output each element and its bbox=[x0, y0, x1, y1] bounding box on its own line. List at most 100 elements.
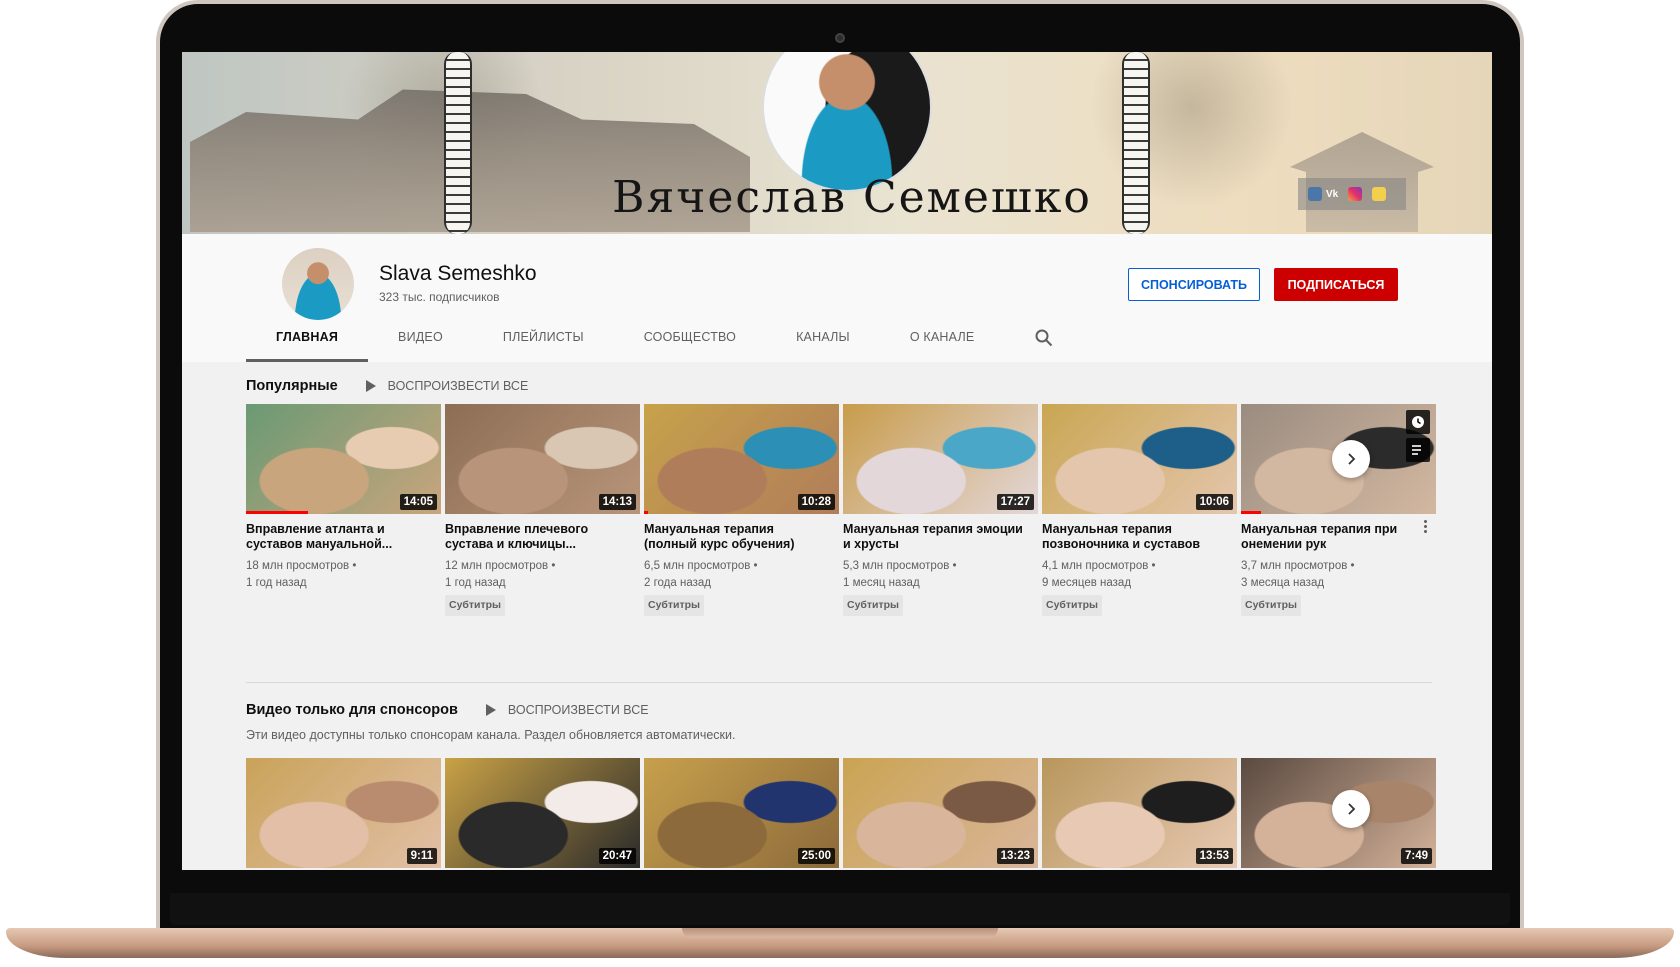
video-thumbnail[interactable]: 10:28 bbox=[644, 404, 839, 514]
section-divider bbox=[246, 682, 1432, 683]
video-thumbnail[interactable]: 13:23 bbox=[843, 758, 1038, 868]
video-card[interactable]: 10:06 Мануальная терапия позвоночника и с… bbox=[1042, 404, 1237, 616]
vk-label[interactable]: Vk bbox=[1326, 189, 1338, 200]
add-to-queue-icon[interactable] bbox=[1406, 438, 1430, 462]
video-meta: 3,7 млн просмотров • 3 месяца назад Субтит… bbox=[1241, 558, 1436, 616]
laptop-notch bbox=[682, 928, 998, 938]
tab-playlists[interactable]: ПЛЕЙЛИСТЫ bbox=[473, 314, 614, 362]
watch-progress-bar bbox=[644, 511, 648, 514]
subscriber-count: 323 тыс. подписчиков bbox=[379, 290, 500, 304]
instagram-icon[interactable] bbox=[1348, 187, 1363, 201]
video-thumbnail[interactable]: 13:53 bbox=[1042, 758, 1237, 868]
video-card[interactable]: 9:11 bbox=[246, 758, 441, 868]
odnoklassniki-icon[interactable] bbox=[1372, 187, 1387, 201]
view-count: 3,7 млн просмотров • bbox=[1241, 560, 1355, 572]
video-duration: 10:06 bbox=[1195, 494, 1233, 510]
sponsors-section-header: Видео только для спонсоров ВОСПРОИЗВЕСТИ… bbox=[246, 702, 649, 718]
watch-later-icon[interactable] bbox=[1406, 410, 1430, 434]
channel-banner: Вячеслав Семешко Vk bbox=[182, 52, 1492, 234]
upload-age: 9 месяцев назад bbox=[1042, 577, 1132, 589]
view-count: 5,3 млн просмотров • bbox=[843, 560, 957, 572]
sponsor-button[interactable]: СПОНСИРОВАТЬ bbox=[1128, 268, 1260, 301]
more-options-icon[interactable] bbox=[1424, 520, 1428, 535]
video-title[interactable]: Мануальная терапия при онемении рук bbox=[1241, 522, 1421, 552]
video-meta: 5,3 млн просмотров • 1 месяц назад Субтитр… bbox=[843, 558, 1038, 616]
video-card[interactable]: 13:23 bbox=[843, 758, 1038, 868]
video-card[interactable]: 14:05 Вправление атланта и суставов мануа… bbox=[246, 404, 441, 616]
video-thumbnail[interactable]: 20:47 bbox=[445, 758, 640, 868]
view-count: 6,5 млн просмотров • bbox=[644, 560, 758, 572]
banner-photo bbox=[762, 52, 932, 192]
video-thumbnail[interactable]: 17:27 bbox=[843, 404, 1038, 514]
video-thumbnail[interactable]: 10:06 bbox=[1042, 404, 1237, 514]
play-all-label: ВОСПРОИЗВЕСТИ ВСЕ bbox=[387, 379, 529, 393]
video-card[interactable]: Мануальная терапия при онемении рук 3,7 м… bbox=[1241, 404, 1436, 616]
avatar[interactable] bbox=[282, 248, 354, 320]
channel-content: Популярные ВОСПРОИЗВЕСТИ ВСЕ 14:05 Вправл… bbox=[182, 362, 1492, 870]
tab-videos[interactable]: ВИДЕО bbox=[368, 314, 473, 362]
upload-age: 1 год назад bbox=[445, 577, 506, 589]
video-title[interactable]: Вправление плечевого сустава и ключицы..… bbox=[445, 522, 625, 552]
video-duration: 10:28 bbox=[797, 494, 835, 510]
video-meta: 6,5 млн просмотров • 2 года назад Субтитры bbox=[644, 558, 839, 616]
video-duration: 14:05 bbox=[399, 494, 437, 510]
play-all-button[interactable]: ВОСПРОИЗВЕСТИ ВСЕ bbox=[485, 703, 649, 717]
video-title[interactable]: Вправление атланта и суставов мануальной… bbox=[246, 522, 426, 552]
video-duration: 7:49 bbox=[1400, 848, 1432, 864]
social-links: Vk bbox=[1298, 178, 1406, 210]
subtitles-badge: Субтитры bbox=[445, 595, 506, 616]
tab-about[interactable]: О КАНАЛЕ bbox=[880, 314, 1005, 362]
video-card[interactable]: 10:28 Мануальная терапия (полный курс обу… bbox=[644, 404, 839, 616]
play-icon bbox=[485, 704, 496, 716]
video-thumbnail[interactable]: 25:00 bbox=[644, 758, 839, 868]
popular-videos-row: 14:05 Вправление атланта и суставов мануа… bbox=[246, 404, 1440, 616]
spine-illustration bbox=[1122, 52, 1150, 234]
video-duration: 17:27 bbox=[996, 494, 1034, 510]
watch-progress-bar bbox=[1241, 511, 1261, 514]
video-title[interactable]: Мануальная терапия (полный курс обучения… bbox=[644, 522, 824, 552]
video-card[interactable]: 25:00 bbox=[644, 758, 839, 868]
channel-header: Slava Semeshko 323 тыс. подписчиков СПОН… bbox=[182, 234, 1492, 362]
banner-title: Вячеслав Семешко bbox=[612, 172, 1092, 223]
section-title[interactable]: Популярные bbox=[246, 378, 338, 394]
video-duration: 13:53 bbox=[1195, 848, 1233, 864]
next-arrow-button[interactable] bbox=[1332, 440, 1370, 478]
video-title[interactable]: Мануальная терапия позвоночника и сустав… bbox=[1042, 522, 1222, 552]
section-title[interactable]: Видео только для спонсоров bbox=[246, 702, 458, 718]
channel-name: Slava Semeshko bbox=[379, 262, 537, 285]
upload-age: 2 года назад bbox=[644, 577, 711, 589]
play-all-button[interactable]: ВОСПРОИЗВЕСТИ ВСЕ bbox=[365, 379, 529, 393]
screen: Вячеслав Семешко Vk Slava Semeshko 323 т… bbox=[182, 52, 1492, 870]
camera-icon bbox=[835, 33, 845, 43]
play-icon bbox=[365, 380, 376, 392]
subscribe-button[interactable]: ПОДПИСАТЬСЯ bbox=[1274, 268, 1398, 301]
video-thumbnail[interactable]: 14:13 bbox=[445, 404, 640, 514]
video-thumbnail[interactable]: 9:11 bbox=[246, 758, 441, 868]
video-title[interactable]: Мануальная терапия эмоции и хрусты bbox=[843, 522, 1023, 552]
subtitles-badge: Субтитры bbox=[1042, 595, 1103, 616]
video-thumbnail[interactable]: 14:05 bbox=[246, 404, 441, 514]
video-card[interactable]: 20:47 bbox=[445, 758, 640, 868]
popular-section-header: Популярные ВОСПРОИЗВЕСТИ ВСЕ bbox=[246, 378, 528, 394]
video-duration: 20:47 bbox=[598, 848, 636, 864]
chevron-right-icon bbox=[1348, 453, 1356, 465]
vk-icon[interactable] bbox=[1308, 187, 1322, 201]
watch-progress-bar bbox=[246, 511, 309, 514]
video-duration: 9:11 bbox=[406, 848, 437, 864]
next-arrow-button[interactable] bbox=[1332, 790, 1370, 828]
tab-home[interactable]: ГЛАВНАЯ bbox=[246, 314, 369, 362]
video-duration: 13:23 bbox=[996, 848, 1034, 864]
tab-channels[interactable]: КАНАЛЫ bbox=[766, 314, 880, 362]
upload-age: 3 месяца назад bbox=[1241, 577, 1325, 589]
chevron-right-icon bbox=[1348, 803, 1356, 815]
search-icon[interactable] bbox=[1024, 314, 1064, 362]
subtitles-badge: Субтитры bbox=[1241, 595, 1302, 616]
channel-tabs: ГЛАВНАЯ ВИДЕО ПЛЕЙЛИСТЫ СООБЩЕСТВО КАНАЛ… bbox=[246, 314, 1064, 362]
tab-community[interactable]: СООБЩЕСТВО bbox=[614, 314, 766, 362]
video-card[interactable]: 14:13 Вправление плечевого сустава и ключ… bbox=[445, 404, 640, 616]
view-count: 4,1 млн просмотров • bbox=[1042, 560, 1156, 572]
view-count: 18 млн просмотров • bbox=[246, 560, 357, 572]
video-card[interactable]: 13:53 bbox=[1042, 758, 1237, 868]
video-duration: 25:00 bbox=[797, 848, 835, 864]
video-card[interactable]: 17:27 Мануальная терапия эмоции и хрусты 5… bbox=[843, 404, 1038, 616]
